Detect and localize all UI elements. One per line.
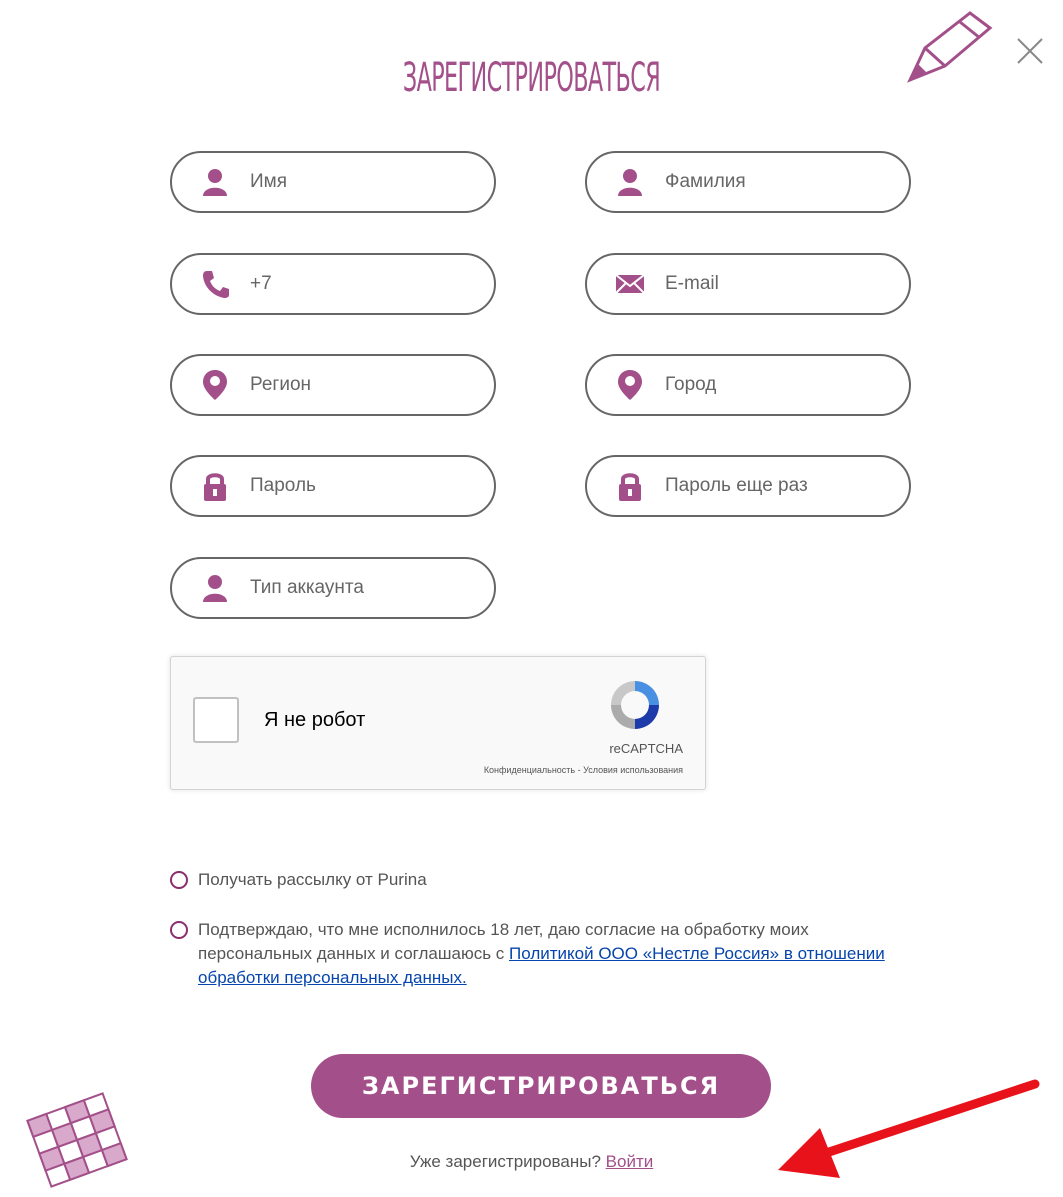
consent-option[interactable]: Подтверждаю, что мне исполнилось 18 лет,… <box>170 918 898 990</box>
first-name-input[interactable] <box>250 171 470 193</box>
user-icon <box>200 167 230 197</box>
location-pin-icon <box>200 370 230 400</box>
location-pin-icon <box>615 370 645 400</box>
recaptcha-brand: reCAPTCHA <box>609 741 683 756</box>
checkered-blanket-icon <box>26 1092 128 1188</box>
recaptcha-logo-icon <box>611 681 659 729</box>
user-icon <box>615 167 645 197</box>
red-arrow-annotation <box>778 1079 1040 1178</box>
newsletter-radio[interactable] <box>170 871 188 889</box>
pencil-icon <box>907 11 993 83</box>
region-field[interactable] <box>170 354 496 416</box>
first-name-field[interactable] <box>170 151 496 213</box>
city-input[interactable] <box>665 374 885 396</box>
recaptcha-terms[interactable]: Конфиденциальность - Условия использован… <box>484 765 683 775</box>
account-type-input[interactable] <box>250 577 470 599</box>
login-prompt-text: Уже зарегистрированы? <box>409 1152 601 1171</box>
newsletter-option[interactable]: Получать рассылку от Purina <box>170 868 427 892</box>
login-link[interactable]: Войти <box>606 1152 654 1171</box>
last-name-field[interactable] <box>585 151 911 213</box>
registration-modal: ЗАРЕГИСТРИРОВАТЬСЯ Имя Фамилия +7 E-mail… <box>0 0 1063 1197</box>
consent-text: Подтверждаю, что мне исполнилось 18 лет,… <box>198 918 898 990</box>
modal-title: ЗАРЕГИСТРИРОВАТЬСЯ <box>402 55 661 101</box>
password-input[interactable] <box>250 475 470 497</box>
recaptcha-checkbox[interactable] <box>193 697 239 743</box>
close-icon[interactable] <box>1012 33 1048 69</box>
password-field[interactable] <box>170 455 496 517</box>
region-input[interactable] <box>250 374 470 396</box>
password-repeat-input[interactable] <box>665 475 885 497</box>
lock-icon <box>200 471 230 501</box>
phone-input[interactable] <box>250 273 470 295</box>
register-button[interactable]: ЗАРЕГИСТРИРОВАТЬСЯ <box>311 1054 771 1118</box>
phone-field[interactable] <box>170 253 496 315</box>
lock-icon <box>615 471 645 501</box>
email-field[interactable] <box>585 253 911 315</box>
city-field[interactable] <box>585 354 911 416</box>
last-name-input[interactable] <box>665 171 885 193</box>
consent-radio[interactable] <box>170 921 188 939</box>
email-input[interactable] <box>665 273 885 295</box>
envelope-icon <box>615 269 645 299</box>
user-icon <box>200 573 230 603</box>
newsletter-label: Получать рассылку от Purina <box>198 870 427 889</box>
recaptcha-label: Я не робот <box>264 709 366 731</box>
recaptcha-widget: Я не робот reCAPTCHA Конфиденциальность … <box>170 656 706 790</box>
password-repeat-field[interactable] <box>585 455 911 517</box>
phone-icon <box>200 269 230 299</box>
account-type-field[interactable] <box>170 557 496 619</box>
